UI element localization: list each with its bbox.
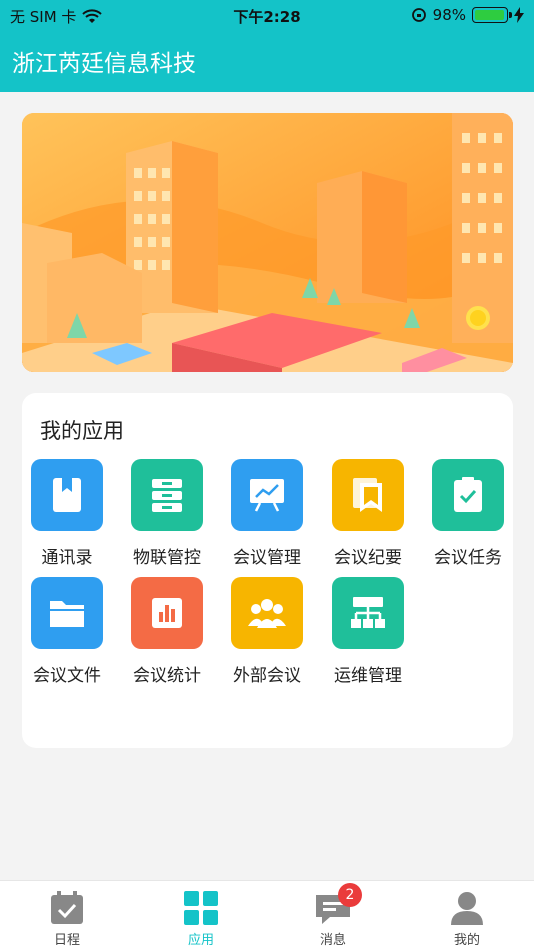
battery-icon <box>472 7 512 23</box>
network-icon <box>332 577 404 649</box>
tab-apps[interactable]: 应用 <box>134 881 268 950</box>
tab-label: 日程 <box>53 933 80 948</box>
app-label: 会议统计 <box>133 666 201 686</box>
banner-illustration <box>22 113 513 372</box>
folder-icon <box>31 577 103 649</box>
address-book-icon <box>31 459 103 531</box>
message-icon: 2 <box>314 883 362 927</box>
app-label: 会议纪要 <box>334 548 402 568</box>
app-label: 通讯录 <box>41 548 93 568</box>
app-external-meeting[interactable]: 外部会议 <box>217 577 317 686</box>
app-contacts[interactable]: 通讯录 <box>17 459 117 568</box>
user-icon <box>448 889 486 927</box>
server-icon <box>131 459 203 531</box>
users-icon <box>231 577 303 649</box>
app-meeting-management[interactable]: 会议管理 <box>217 459 317 568</box>
app-meeting-statistics[interactable]: 会议统计 <box>117 577 217 686</box>
apps-card: 我的应用 通讯录 物联管控 会议管理 会议纪要 会议任务 会议文件 会议统计 外… <box>22 393 513 748</box>
app-label: 会议任务 <box>434 548 502 568</box>
app-header: 浙江芮廷信息科技 <box>0 30 534 92</box>
tab-profile[interactable]: 我的 <box>400 881 534 950</box>
app-ops-management[interactable]: 运维管理 <box>318 577 418 686</box>
unread-badge: 2 <box>338 883 362 907</box>
app-iot-control[interactable]: 物联管控 <box>117 459 217 568</box>
app-meeting-files[interactable]: 会议文件 <box>17 577 117 686</box>
app-label: 外部会议 <box>233 666 301 686</box>
rotation-lock-icon <box>411 8 426 22</box>
bookmark-icon <box>332 459 404 531</box>
bar-chart-icon <box>131 577 203 649</box>
clipboard-check-icon <box>432 459 504 531</box>
charging-icon <box>514 7 524 23</box>
app-label: 会议管理 <box>233 548 301 568</box>
app-meeting-minutes[interactable]: 会议纪要 <box>318 459 418 568</box>
tab-messages[interactable]: 2 消息 <box>266 881 400 950</box>
app-label: 运维管理 <box>334 666 402 686</box>
page-title: 浙江芮廷信息科技 <box>12 51 196 77</box>
apps-section-title: 我的应用 <box>40 419 124 443</box>
battery-percent: 98% <box>432 6 466 24</box>
status-bar: 无 SIM 卡 下午2:28 98% <box>0 0 534 30</box>
app-meeting-tasks[interactable]: 会议任务 <box>418 459 518 568</box>
banner-image[interactable] <box>22 113 513 372</box>
calendar-check-icon <box>48 889 86 927</box>
tab-label: 应用 <box>187 933 214 948</box>
tab-label: 消息 <box>319 933 346 948</box>
app-label: 物联管控 <box>133 548 201 568</box>
bottom-tab-bar: 日程 应用 2 消息 我的 <box>0 880 534 950</box>
presentation-chart-icon <box>231 459 303 531</box>
tab-schedule[interactable]: 日程 <box>0 881 134 950</box>
tab-label: 我的 <box>453 933 480 948</box>
grid-icon <box>182 889 220 927</box>
app-label: 会议文件 <box>33 666 101 686</box>
